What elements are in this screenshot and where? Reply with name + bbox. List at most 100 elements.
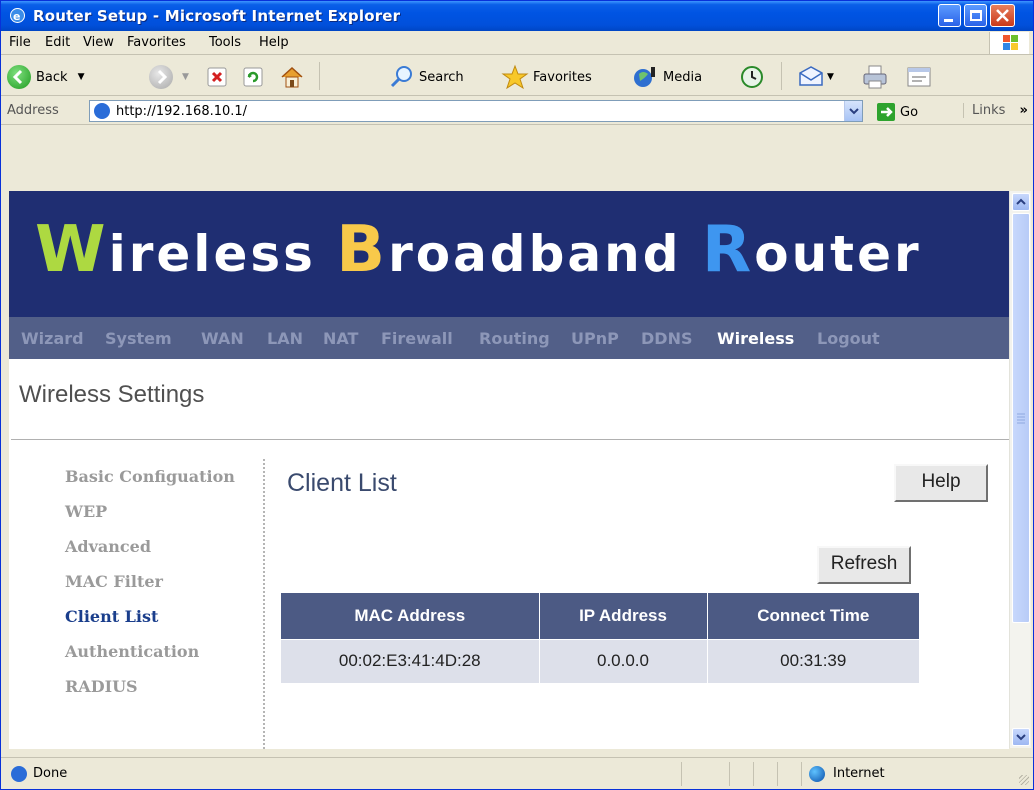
sidebar-item-client-list[interactable]: Client List xyxy=(65,607,158,626)
router-banner: Wireless Broadband Router xyxy=(9,191,1009,317)
links-toolbar[interactable]: Links » xyxy=(963,103,1028,118)
status-panel xyxy=(777,762,778,786)
mail-button[interactable]: ▼ xyxy=(797,64,834,90)
nav-nat[interactable]: NAT xyxy=(323,329,358,348)
back-button[interactable]: Back ▼ xyxy=(7,64,84,90)
scroll-down-button[interactable] xyxy=(1012,728,1030,746)
windows-logo xyxy=(989,32,1029,54)
media-button[interactable]: Media xyxy=(631,64,702,90)
nav-firewall[interactable]: Firewall xyxy=(381,329,453,348)
forward-button[interactable]: ▼ xyxy=(149,64,189,90)
back-arrow-icon xyxy=(7,65,31,89)
menu-file[interactable]: File xyxy=(9,35,31,50)
forward-dropdown-icon[interactable]: ▼ xyxy=(182,72,189,82)
history-icon xyxy=(741,66,763,88)
column-header-mac: MAC Address xyxy=(281,593,540,639)
home-button[interactable] xyxy=(279,64,305,90)
stop-button[interactable] xyxy=(205,64,229,90)
menu-view[interactable]: View xyxy=(83,35,114,50)
nav-logout[interactable]: Logout xyxy=(817,329,880,348)
media-label: Media xyxy=(663,69,703,85)
menu-help[interactable]: Help xyxy=(259,35,289,50)
column-header-ip: IP Address xyxy=(539,593,708,639)
vertical-scrollbar[interactable] xyxy=(1009,191,1031,748)
nav-routing[interactable]: Routing xyxy=(479,329,550,348)
client-table: MAC Address IP Address Connect Time 00:0… xyxy=(281,593,919,683)
sidebar-item-advanced[interactable]: Advanced xyxy=(65,537,151,556)
close-icon xyxy=(996,9,1009,22)
mail-dropdown-icon[interactable]: ▼ xyxy=(827,72,834,82)
status-panel xyxy=(801,762,802,786)
menu-edit[interactable]: Edit xyxy=(45,35,70,50)
maximize-button[interactable] xyxy=(964,4,987,27)
zone-text: Internet xyxy=(833,766,885,781)
windows-flag-icon xyxy=(1003,35,1018,50)
nav-system[interactable]: System xyxy=(105,329,172,348)
refresh-button[interactable]: Refresh xyxy=(817,546,911,584)
toolbar-separator xyxy=(319,62,320,90)
sidebar-item-mac-filter[interactable]: MAC Filter xyxy=(65,572,163,591)
nav-lan[interactable]: LAN xyxy=(267,329,303,348)
address-input[interactable]: http://192.168.10.1/ xyxy=(89,100,863,122)
banner-r-cap: R xyxy=(701,213,755,287)
nav-wizard[interactable]: Wizard xyxy=(21,329,84,348)
menu-favorites[interactable]: Favorites xyxy=(127,35,186,50)
address-url[interactable]: http://192.168.10.1/ xyxy=(116,104,247,119)
edit-page-icon xyxy=(907,67,931,87)
address-bar: Address http://192.168.10.1/ Go Links » xyxy=(1,97,1033,125)
minimize-button[interactable] xyxy=(938,4,961,27)
edit-page-button[interactable] xyxy=(905,64,933,90)
search-label: Search xyxy=(419,69,464,85)
table-header-row: MAC Address IP Address Connect Time xyxy=(281,593,919,639)
go-button[interactable]: Go xyxy=(877,101,918,123)
scroll-up-button[interactable] xyxy=(1012,193,1030,211)
router-nav: Wizard System WAN LAN NAT Firewall Routi… xyxy=(9,317,1009,359)
ie-icon: e xyxy=(10,8,25,23)
svg-text:e: e xyxy=(13,10,20,23)
favorites-button[interactable]: Favorites xyxy=(501,64,592,90)
column-header-connect-time: Connect Time xyxy=(707,593,919,639)
status-panel xyxy=(729,762,730,786)
print-button[interactable] xyxy=(861,64,889,90)
sidebar-item-basic-configuation[interactable]: Basic Configuation xyxy=(65,467,235,486)
links-label: Links xyxy=(972,103,1006,118)
nav-wireless[interactable]: Wireless xyxy=(717,329,794,348)
browser-window: e Router Setup - Microsoft Internet Expl… xyxy=(0,0,1034,790)
back-dropdown-icon[interactable]: ▼ xyxy=(78,72,85,82)
close-button[interactable] xyxy=(990,4,1015,27)
sidebar-item-radius[interactable]: RADIUS xyxy=(65,677,138,696)
favorites-label: Favorites xyxy=(533,69,592,85)
maximize-icon xyxy=(970,10,982,21)
history-button[interactable] xyxy=(739,64,765,90)
sidebar-item-wep[interactable]: WEP xyxy=(65,502,107,521)
page-status-icon xyxy=(11,766,27,782)
cell-connect-time: 00:31:39 xyxy=(707,638,919,683)
menu-bar: File Edit View Favorites Tools Help xyxy=(1,31,1033,55)
menu-tools[interactable]: Tools xyxy=(209,35,241,50)
section-title: Wireless Settings xyxy=(19,381,205,408)
nav-ddns[interactable]: DDNS xyxy=(641,329,692,348)
client-list-title: Client List xyxy=(287,469,397,497)
window-title: Router Setup - Microsoft Internet Explor… xyxy=(33,7,401,25)
refresh-browser-button[interactable] xyxy=(241,64,265,90)
print-icon xyxy=(863,65,887,89)
favorites-star-icon xyxy=(501,64,529,90)
sidebar-item-authentication[interactable]: Authentication xyxy=(65,642,199,661)
address-dropdown-button[interactable] xyxy=(844,101,862,121)
nav-wan[interactable]: WAN xyxy=(201,329,244,348)
standard-toolbar: Back ▼ ▼ Search Favorites Media ▼ xyxy=(1,56,1033,96)
banner-b-cap: B xyxy=(336,213,389,287)
search-button[interactable]: Search xyxy=(389,64,464,90)
scroll-thumb[interactable] xyxy=(1012,213,1030,623)
go-label: Go xyxy=(900,104,919,120)
chevron-down-icon xyxy=(849,108,859,115)
title-bar[interactable]: e Router Setup - Microsoft Internet Expl… xyxy=(1,1,1033,31)
sidebar-divider xyxy=(263,459,265,749)
resize-grip-icon[interactable] xyxy=(1019,775,1029,785)
more-chevron-icon: » xyxy=(1019,103,1028,118)
help-button[interactable]: Help xyxy=(894,464,988,502)
status-bar: Done Internet xyxy=(1,757,1033,789)
nav-upnp[interactable]: UPnP xyxy=(571,329,619,348)
router-title: Wireless Broadband Router xyxy=(35,213,922,287)
page-icon xyxy=(94,103,110,119)
